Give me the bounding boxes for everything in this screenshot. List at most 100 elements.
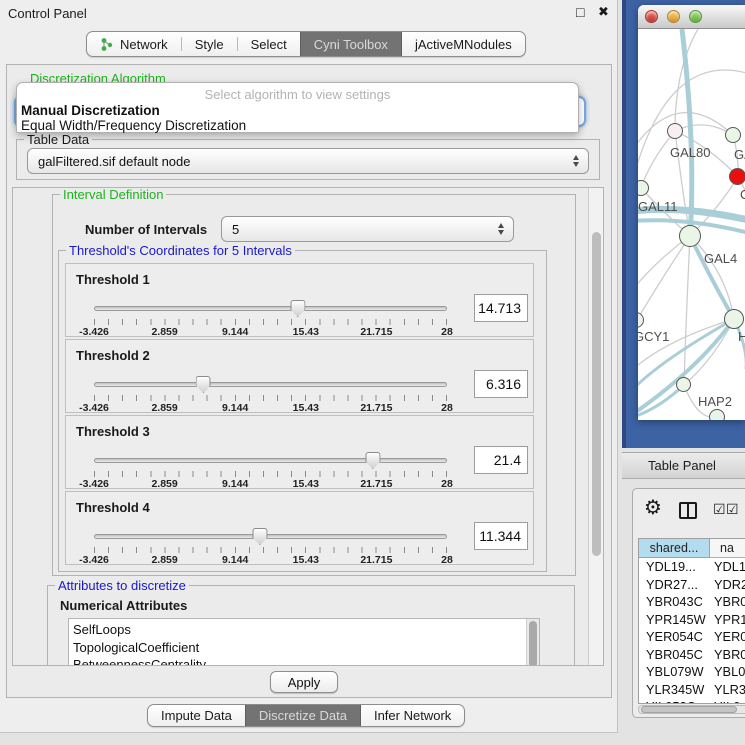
- table-cell-name[interactable]: YBR0: [710, 647, 745, 662]
- slider-thumb[interactable]: [365, 452, 380, 469]
- tick-label: 28: [441, 478, 453, 490]
- table-row[interactable]: YBR043CYBR0: [639, 593, 745, 611]
- table-cell-name[interactable]: YPR1: [710, 612, 745, 627]
- threshold-2-value[interactable]: 6.316: [474, 370, 528, 398]
- table-cell-shared[interactable]: YER054C: [639, 629, 710, 644]
- table-cell-name[interactable]: YLR3: [710, 682, 745, 697]
- settings-scrollbar[interactable]: [588, 188, 603, 665]
- tab-jactivemnodules[interactable]: jActiveMNodules: [402, 32, 525, 56]
- network-window-titlebar[interactable]: [638, 5, 745, 29]
- table-cell-name[interactable]: YIL0: [710, 699, 745, 704]
- slider-track[interactable]: [94, 306, 447, 311]
- network-node-gal4[interactable]: [679, 225, 701, 247]
- threshold-4-value[interactable]: 11.344: [474, 522, 528, 550]
- table-row[interactable]: YBR045CYBR0: [639, 646, 745, 664]
- table-cell-name[interactable]: YER0: [710, 629, 745, 644]
- table-cell-shared[interactable]: YBR045C: [639, 647, 710, 662]
- dropdown-hint: Select algorithm to view settings: [17, 87, 578, 102]
- slider-thumb[interactable]: [290, 300, 305, 317]
- table-cell-shared[interactable]: YDL19...: [639, 559, 710, 574]
- table-row[interactable]: YLR345WYLR3: [639, 681, 745, 699]
- checkbox-icon[interactable]: ☑: [726, 501, 739, 517]
- apply-button[interactable]: Apply: [270, 671, 338, 693]
- tab-discretize-data[interactable]: Discretize Data: [245, 705, 361, 726]
- minimize-traffic-icon[interactable]: [667, 10, 680, 23]
- float-window-icon[interactable]: □: [576, 4, 584, 20]
- tick-label: 2.859: [151, 554, 177, 566]
- network-node-selected-red[interactable]: [729, 168, 745, 185]
- tab-style[interactable]: Style: [182, 32, 237, 56]
- slider-track[interactable]: [94, 458, 447, 463]
- network-node-gal80[interactable]: [667, 123, 683, 139]
- attribute-item[interactable]: BetweennessCentrality: [73, 656, 539, 666]
- table-cell-shared[interactable]: YIL052C: [639, 699, 710, 704]
- column-layout-icon[interactable]: [679, 502, 697, 519]
- table-row[interactable]: YER054CYER0: [639, 628, 745, 646]
- tab-label: Discretize Data: [259, 708, 347, 723]
- slider-track[interactable]: [94, 534, 447, 539]
- network-node[interactable]: [725, 127, 741, 143]
- threshold-3-slider[interactable]: -3.4262.8599.14415.4321.71528: [94, 452, 447, 488]
- checkbox-icon[interactable]: ☑: [713, 501, 726, 517]
- attribute-item[interactable]: SelfLoops: [73, 621, 539, 639]
- table-cell-shared[interactable]: YBL079W: [639, 664, 710, 679]
- network-node[interactable]: [709, 409, 725, 420]
- slider-thumb[interactable]: [196, 376, 211, 393]
- threshold-3-value[interactable]: 21.4: [474, 446, 528, 474]
- zoom-traffic-icon[interactable]: [689, 10, 702, 23]
- table-row[interactable]: YPR145WYPR1: [639, 611, 745, 629]
- tick-label: 9.144: [222, 554, 248, 566]
- list-scrollbar[interactable]: [526, 619, 539, 666]
- table-cell-name[interactable]: YBL0: [710, 664, 745, 679]
- table-cell-shared[interactable]: YDR27...: [639, 577, 710, 592]
- table-row[interactable]: YIL052CYIL0: [639, 698, 745, 704]
- thresholds-fieldset: Threshold's Coordinates for 5 Intervals …: [58, 250, 547, 572]
- table-row[interactable]: YDL19...YDL1: [639, 558, 745, 576]
- column-header-shared[interactable]: shared...: [639, 539, 710, 558]
- tick-label: -3.426: [79, 554, 109, 566]
- network-node[interactable]: [724, 309, 744, 329]
- threshold-4-slider[interactable]: -3.4262.8599.14415.4321.71528: [94, 528, 447, 564]
- tab-select[interactable]: Select: [238, 32, 300, 56]
- scrollbar-thumb[interactable]: [529, 621, 537, 666]
- table-data-value: galFiltered.sif default node: [38, 154, 190, 169]
- table-data-combobox[interactable]: galFiltered.sif default node: [27, 148, 589, 174]
- threshold-3-panel: Threshold 3 -3.4262.8599.14415.4321.7152…: [65, 415, 534, 489]
- table-hscrollbar[interactable]: [638, 705, 745, 714]
- tab-cyni-toolbox[interactable]: Cyni Toolbox: [300, 32, 402, 56]
- gear-icon[interactable]: ⚙: [644, 498, 662, 518]
- network-canvas[interactable]: GAL80 GA C GAL11 GAL4 GCY1 H HAP2: [638, 29, 745, 420]
- slider-thumb[interactable]: [252, 528, 267, 545]
- tab-label: Infer Network: [374, 708, 451, 723]
- attribute-item[interactable]: TopologicalCoefficient: [73, 639, 539, 657]
- tick-label: -3.426: [79, 402, 109, 414]
- dropdown-option-equal-width[interactable]: Equal Width/Frequency Discretization: [20, 118, 575, 133]
- table-cell-name[interactable]: YDL1: [710, 559, 745, 574]
- table-cell-shared[interactable]: YLR345W: [639, 682, 710, 697]
- table-cell-name[interactable]: YBR0: [710, 594, 745, 609]
- dropdown-option-manual[interactable]: Manual Discretization: [20, 103, 575, 118]
- threshold-4-panel: Threshold 4 -3.4262.8599.14415.4321.7152…: [65, 491, 534, 565]
- node-label-partial: C: [740, 187, 745, 202]
- slider-track[interactable]: [94, 382, 447, 387]
- scrollbar-thumb[interactable]: [592, 232, 601, 556]
- table-cell-shared[interactable]: YBR043C: [639, 594, 710, 609]
- close-traffic-icon[interactable]: [645, 10, 658, 23]
- scrollbar-thumb[interactable]: [641, 706, 737, 713]
- threshold-1-value[interactable]: 14.713: [474, 294, 528, 322]
- threshold-4-label: Threshold 4: [76, 500, 150, 515]
- column-header-name[interactable]: na: [710, 539, 745, 558]
- tab-infer-network[interactable]: Infer Network: [361, 705, 464, 726]
- table-row[interactable]: YDR27...YDR2: [639, 576, 745, 594]
- table-cell-name[interactable]: YDR2: [710, 577, 745, 592]
- table-cell-shared[interactable]: YPR145W: [639, 612, 710, 627]
- numerical-attributes-list[interactable]: SelfLoopsTopologicalCoefficientBetweenne…: [68, 618, 540, 666]
- tab-impute-data[interactable]: Impute Data: [148, 705, 245, 726]
- threshold-1-slider[interactable]: -3.4262.8599.14415.4321.71528: [94, 300, 447, 336]
- network-node-hap2[interactable]: [676, 377, 691, 392]
- table-row[interactable]: YBL079WYBL0: [639, 663, 745, 681]
- close-icon[interactable]: ✖: [598, 4, 609, 20]
- threshold-2-slider[interactable]: -3.4262.8599.14415.4321.71528: [94, 376, 447, 412]
- tab-network[interactable]: Network: [87, 32, 181, 56]
- num-intervals-combobox[interactable]: 5: [221, 216, 514, 242]
